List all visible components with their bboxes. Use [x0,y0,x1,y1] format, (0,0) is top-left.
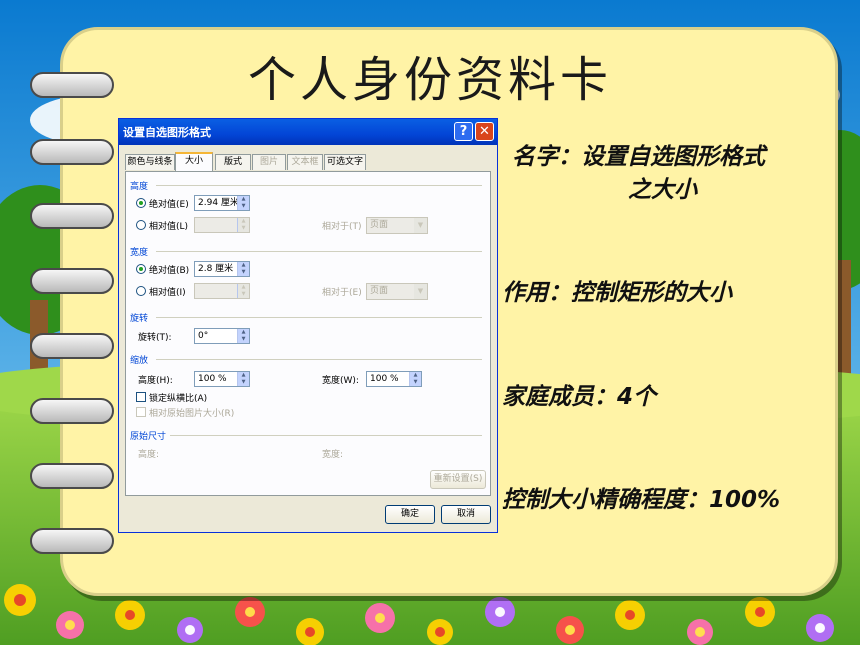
rotation-value: 0° [198,331,209,341]
width-relative-radio[interactable] [136,286,146,296]
lock-aspect-checkbox[interactable] [136,392,146,402]
spinner-arrows-icon[interactable]: ▲ ▼ [237,196,249,210]
width-relative-to-value: 页面 [370,286,389,296]
rotation-input[interactable]: 0° ▲ ▼ [194,328,250,344]
width-absolute-input[interactable]: 2.8 厘米 ▲ ▼ [194,261,250,277]
relative-original-checkbox [136,407,146,417]
height-absolute-input[interactable]: 2.94 厘米 ▲ ▼ [194,195,250,211]
spinner-arrows-icon: ▲ ▼ [237,218,249,232]
height-absolute-value: 2.94 厘米 [198,198,239,208]
binder-ring [30,398,114,424]
width-absolute-radio[interactable] [136,264,146,274]
original-height-label: 高度: [138,450,160,460]
spinner-arrows-icon[interactable]: ▲ ▼ [237,329,249,343]
spinner-arrows-icon[interactable]: ▲ ▼ [409,372,421,386]
relative-original-label: 相对原始图片大小(R) [149,409,235,419]
scale-width-input[interactable]: 100 % ▲ ▼ [366,371,422,387]
dialog-titlebar[interactable]: 设置自选图形格式 ? ✕ [119,119,497,145]
tab-textbox: 文本框 [287,154,323,170]
info-name-line2: 之大小 [628,177,697,203]
section-height: 高度 [130,182,149,192]
chevron-down-icon: ▼ [414,284,427,299]
binder-ring [30,528,114,554]
section-scale: 缩放 [130,356,149,366]
divider [156,251,482,252]
info-name-line1: 名字：设置自选图形格式 [512,144,765,170]
width-relative-to-label: 相对于(E) [322,288,362,298]
lock-aspect-label: 锁定纵横比(A) [149,394,208,404]
dialog-title: 设置自选图形格式 [123,126,211,139]
info-precision: 控制大小精确程度：100% [502,487,781,513]
tab-alt-text[interactable]: 可选文字 [324,154,366,170]
chevron-down-icon: ▼ [414,218,427,233]
height-relative-to-label: 相对于(T) [322,222,362,232]
scale-width-label: 宽度(W): [322,376,359,386]
spinner-arrows-icon[interactable]: ▲ ▼ [237,262,249,276]
original-width-label: 宽度: [322,450,344,460]
width-absolute-value: 2.8 厘米 [198,264,234,274]
size-tab-panel: 高度 绝对值(E) 2.94 厘米 ▲ ▼ 相对值(L) ▲ ▼ 相对于(T) 页面 ▼… [125,171,491,496]
rotation-label: 旋转(T): [138,333,172,343]
tab-picture: 图片 [252,154,286,170]
tab-layout[interactable]: 版式 [215,154,251,170]
scale-width-value: 100 % [370,374,399,384]
cancel-button[interactable]: 取消 [441,505,491,524]
binder-ring [30,463,114,489]
binder-ring [30,72,114,98]
width-relative-input: ▲ ▼ [194,283,250,299]
height-relative-to-select: 页面 ▼ [366,217,428,234]
binder-ring [30,333,114,359]
close-button[interactable]: ✕ [475,122,494,141]
height-relative-label: 相对值(L) [149,222,189,232]
height-relative-radio[interactable] [136,220,146,230]
info-purpose: 作用：控制矩形的大小 [502,280,732,306]
section-rotation: 旋转 [130,314,149,324]
width-relative-to-select: 页面 ▼ [366,283,428,300]
info-family: 家庭成员：4个 [502,384,657,410]
divider [156,359,482,360]
spinner-arrows-icon: ▲ ▼ [237,284,249,298]
slide-title: 个人身份资料卡 [247,52,612,108]
scale-height-input[interactable]: 100 % ▲ ▼ [194,371,250,387]
spinner-arrows-icon[interactable]: ▲ ▼ [237,372,249,386]
height-relative-to-value: 页面 [370,220,389,230]
format-autoshape-dialog: 设置自选图形格式 ? ✕ 颜色与线条 大小 版式 图片 文本框 可选文字 高度 … [118,118,498,533]
height-absolute-label: 绝对值(E) [149,200,189,210]
reset-button: 重新设置(S) [430,470,486,489]
width-absolute-label: 绝对值(B) [149,266,190,276]
section-width: 宽度 [130,248,149,258]
tab-size[interactable]: 大小 [175,152,213,171]
divider [156,317,482,318]
binder-ring [30,139,114,165]
tab-colors-lines[interactable]: 颜色与线条 [125,154,175,170]
ok-button[interactable]: 确定 [385,505,435,524]
help-button[interactable]: ? [454,122,473,141]
scale-height-value: 100 % [198,374,227,384]
binder-ring [30,203,114,229]
scale-height-label: 高度(H): [138,376,173,386]
binder-ring [30,268,114,294]
section-original-size: 原始尺寸 [130,432,167,442]
height-absolute-radio[interactable] [136,198,146,208]
height-relative-input: ▲ ▼ [194,217,250,233]
width-relative-label: 相对值(I) [149,288,186,298]
divider [170,435,482,436]
divider [156,185,482,186]
